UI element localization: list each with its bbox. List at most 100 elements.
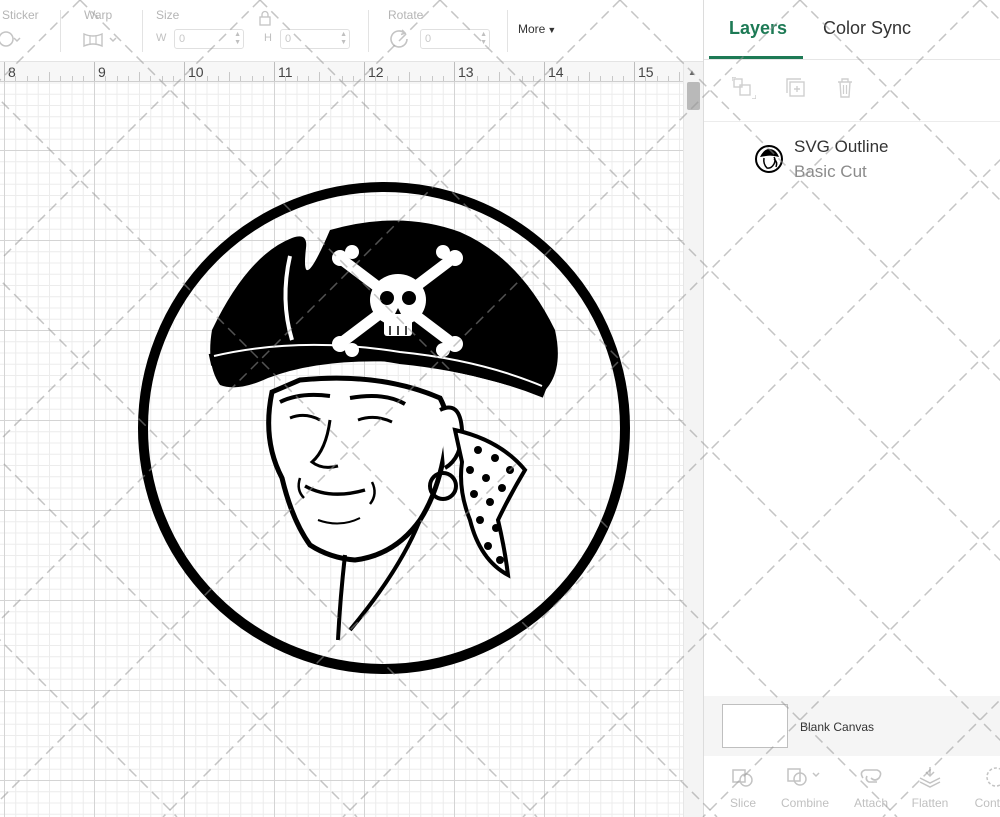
lock-icon[interactable] <box>258 10 272 31</box>
ruler-minor-tick <box>341 76 343 81</box>
group-icon[interactable] <box>731 76 757 104</box>
layer-item[interactable]: SVG Outline Basic Cut <box>704 130 1000 188</box>
ruler-minor-tick <box>600 76 602 81</box>
ruler-minor-tick <box>555 76 557 81</box>
ruler-minor-tick <box>105 76 107 81</box>
delete-icon[interactable] <box>834 77 856 104</box>
ruler-minor-tick <box>622 76 624 81</box>
ruler-minor-tick <box>431 76 433 81</box>
ruler-minor-tick <box>510 76 512 81</box>
ruler-minor-tick <box>397 76 399 81</box>
pirate-logo-thumbnail-icon <box>755 145 783 173</box>
blank-canvas-label: Blank Canvas <box>800 720 875 734</box>
tab-color-sync[interactable]: Color Sync <box>823 18 911 39</box>
ruler-minor-tick <box>240 76 242 81</box>
height-letter: H <box>264 32 272 44</box>
ruler-minor-tick <box>667 76 669 81</box>
rotate-icon[interactable] <box>388 28 412 55</box>
ruler-minor-tick <box>307 76 309 81</box>
size-group: Size W 0 ▲ ▼ H 0 ▲ ▼ <box>150 0 360 62</box>
ruler-minor-tick <box>577 76 579 81</box>
slice-button[interactable]: Slice <box>722 760 764 817</box>
ruler-minor-tick <box>37 76 39 81</box>
ruler-minor-tick <box>285 76 287 81</box>
warp-label: Warp <box>84 8 113 22</box>
blank-canvas-row[interactable]: Blank Canvas <box>704 696 1000 756</box>
ruler-minor-tick <box>465 76 467 81</box>
ruler-minor-tick <box>206 76 208 81</box>
ruler-minor-tick <box>589 72 590 81</box>
width-letter: W <box>156 32 167 44</box>
ruler-minor-tick <box>251 76 253 81</box>
ruler-major-tick <box>544 62 545 81</box>
ruler-minor-tick <box>487 76 489 81</box>
warp-group: Warp <box>62 0 142 62</box>
ruler-minor-tick <box>150 76 152 81</box>
ruler-minor-tick <box>566 76 568 81</box>
tabs-divider <box>704 59 1000 60</box>
size-label: Size <box>156 8 180 22</box>
horizontal-ruler: 8 9 10 11 12 13 14 15 <box>0 62 683 82</box>
flatten-label: Flatten <box>911 796 949 810</box>
design-canvas[interactable] <box>0 82 683 817</box>
layer-actions-bar: Slice Combine Attach Flatten Contour <box>704 760 1000 817</box>
ruler-minor-tick <box>172 76 174 81</box>
contour-button[interactable]: Contour <box>966 760 1000 817</box>
ruler-minor-tick <box>375 76 377 81</box>
ruler-minor-tick <box>656 76 658 81</box>
rotate-label: Rotate <box>388 8 424 22</box>
ruler-major-tick <box>94 62 95 81</box>
warp-icon[interactable] <box>82 30 122 55</box>
duplicate-icon[interactable] <box>784 77 808 104</box>
width-stepper-icon[interactable]: ▲ ▼ <box>234 31 241 47</box>
ruler-minor-tick <box>499 72 500 81</box>
flatten-button[interactable]: Flatten <box>904 760 956 817</box>
vertical-scrollbar[interactable]: ▲ <box>683 62 703 817</box>
height-value: 0 <box>285 33 292 45</box>
ruler-minor-tick <box>409 72 410 81</box>
flatten-icon <box>917 764 943 795</box>
rotate-field[interactable]: 0 ▲ ▼ <box>420 29 490 49</box>
height-field[interactable]: 0 ▲ ▼ <box>280 29 350 49</box>
ruler-major-tick <box>364 62 365 81</box>
slice-icon <box>730 764 756 795</box>
toolbar-divider <box>507 10 508 52</box>
ruler-minor-tick <box>262 76 264 81</box>
sticker-icon[interactable] <box>0 30 22 53</box>
ruler-minor-tick <box>161 76 163 81</box>
ruler-minor-tick <box>26 76 28 81</box>
rotate-value: 0 <box>425 33 432 45</box>
ruler-minor-tick <box>217 76 219 81</box>
pirate-logo-design[interactable] <box>0 82 683 817</box>
ruler-minor-tick <box>611 76 613 81</box>
ruler-major-tick <box>454 62 455 81</box>
contour-icon <box>983 764 1000 795</box>
ruler-minor-tick <box>195 76 197 81</box>
ruler-minor-tick <box>386 76 388 81</box>
ruler-major-tick <box>274 62 275 81</box>
attach-label: Attach <box>853 796 889 810</box>
attach-icon <box>857 764 885 795</box>
ruler-major-tick <box>634 62 635 81</box>
ruler-minor-tick <box>679 72 680 81</box>
rotate-stepper-icon[interactable]: ▲ ▼ <box>480 31 487 47</box>
blank-canvas-swatch[interactable] <box>722 704 788 748</box>
attach-button[interactable]: Attach <box>846 760 896 817</box>
contour-label: Contour <box>974 796 1000 810</box>
scroll-up-arrow-icon[interactable]: ▲ <box>688 68 696 77</box>
more-button[interactable]: More ▼ <box>518 22 556 36</box>
height-stepper-icon[interactable]: ▲ ▼ <box>340 31 347 47</box>
slice-label: Slice <box>729 796 756 810</box>
width-value: 0 <box>179 33 186 45</box>
layer-operation: Basic Cut <box>794 162 867 181</box>
ruler-minor-tick <box>15 76 17 81</box>
ruler-minor-tick <box>532 76 534 81</box>
ruler-minor-tick <box>229 72 230 81</box>
ruler-minor-tick <box>442 76 444 81</box>
combine-button[interactable]: Combine <box>774 760 836 817</box>
width-field[interactable]: 0 ▲ ▼ <box>174 29 244 49</box>
tab-layers[interactable]: Layers <box>729 18 787 39</box>
ruler-minor-tick <box>521 76 523 81</box>
scroll-thumb[interactable] <box>687 82 700 110</box>
ruler-minor-tick <box>49 72 50 81</box>
